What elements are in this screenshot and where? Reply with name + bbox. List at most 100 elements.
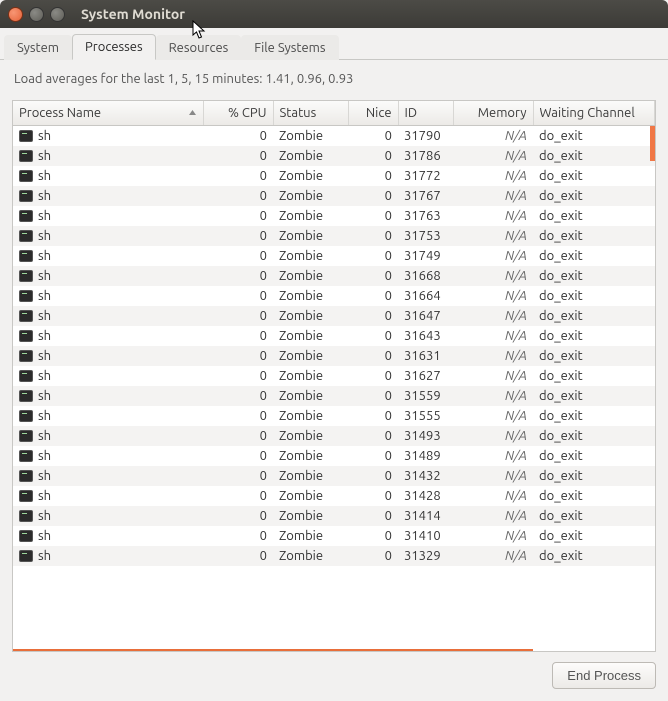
terminal-icon (19, 350, 33, 362)
tab-system[interactable]: System (4, 35, 72, 60)
cell-id: 31428 (398, 486, 453, 506)
cell-wait: do_exit (533, 326, 655, 346)
terminal-icon (19, 330, 33, 342)
column-header-waiting-channel[interactable]: Waiting Channel (533, 101, 655, 126)
cell-cpu: 0 (203, 146, 273, 166)
table-row[interactable]: sh0Zombie031627N/Ado_exit (13, 366, 655, 386)
table-row[interactable]: sh0Zombie031749N/Ado_exit (13, 246, 655, 266)
table-row[interactable]: sh0Zombie031643N/Ado_exit (13, 326, 655, 346)
table-row[interactable]: sh0Zombie031647N/Ado_exit (13, 306, 655, 326)
table-row[interactable]: sh0Zombie031763N/Ado_exit (13, 206, 655, 226)
cell-cpu: 0 (203, 126, 273, 147)
cell-nice: 0 (348, 306, 398, 326)
cell-nice: 0 (348, 186, 398, 206)
cell-wait: do_exit (533, 346, 655, 366)
cell-id: 31643 (398, 326, 453, 346)
cell-wait: do_exit (533, 466, 655, 486)
cell-memory: N/A (453, 366, 533, 386)
cell-wait: do_exit (533, 446, 655, 466)
process-name-text: sh (38, 269, 51, 283)
cell-memory: N/A (453, 226, 533, 246)
cell-status: Zombie (273, 346, 348, 366)
column-header-status[interactable]: Status (273, 101, 348, 126)
close-icon[interactable] (8, 7, 23, 22)
cell-process-name: sh (13, 206, 203, 226)
cell-status: Zombie (273, 446, 348, 466)
column-header-nice[interactable]: Nice (348, 101, 398, 126)
cell-status: Zombie (273, 386, 348, 406)
window-title: System Monitor (81, 6, 185, 22)
cell-id: 31432 (398, 466, 453, 486)
cell-process-name: sh (13, 386, 203, 406)
cell-wait: do_exit (533, 406, 655, 426)
cell-process-name: sh (13, 546, 203, 566)
cell-cpu: 0 (203, 506, 273, 526)
terminal-icon (19, 470, 33, 482)
column-header-cpu[interactable]: % CPU (203, 101, 273, 126)
process-table: Process Name % CPU Status Nice ID Memory… (13, 101, 655, 566)
table-row[interactable]: sh0Zombie031559N/Ado_exit (13, 386, 655, 406)
cell-status: Zombie (273, 286, 348, 306)
terminal-icon (19, 390, 33, 402)
cell-status: Zombie (273, 306, 348, 326)
table-row[interactable]: sh0Zombie031555N/Ado_exit (13, 406, 655, 426)
scroll-indicator[interactable] (650, 126, 655, 161)
table-row[interactable]: sh0Zombie031753N/Ado_exit (13, 226, 655, 246)
cell-status: Zombie (273, 406, 348, 426)
cell-cpu: 0 (203, 186, 273, 206)
tab-resources[interactable]: Resources (156, 35, 242, 60)
minimize-icon[interactable] (29, 7, 44, 22)
cell-nice: 0 (348, 406, 398, 426)
table-row[interactable]: sh0Zombie031489N/Ado_exit (13, 446, 655, 466)
cell-status: Zombie (273, 146, 348, 166)
table-row[interactable]: sh0Zombie031767N/Ado_exit (13, 186, 655, 206)
cell-nice: 0 (348, 126, 398, 147)
table-row[interactable]: sh0Zombie031772N/Ado_exit (13, 166, 655, 186)
cell-memory: N/A (453, 466, 533, 486)
cell-status: Zombie (273, 526, 348, 546)
cell-memory: N/A (453, 126, 533, 147)
cell-process-name: sh (13, 246, 203, 266)
column-label: Process Name (19, 106, 101, 120)
cell-memory: N/A (453, 186, 533, 206)
cell-memory: N/A (453, 166, 533, 186)
cell-wait: do_exit (533, 146, 655, 166)
table-row[interactable]: sh0Zombie031790N/Ado_exit (13, 126, 655, 147)
cell-wait: do_exit (533, 366, 655, 386)
cell-memory: N/A (453, 426, 533, 446)
cell-memory: N/A (453, 446, 533, 466)
cell-memory: N/A (453, 486, 533, 506)
terminal-icon (19, 510, 33, 522)
column-header-id[interactable]: ID (398, 101, 453, 126)
cell-status: Zombie (273, 366, 348, 386)
maximize-icon[interactable] (50, 7, 65, 22)
table-row[interactable]: sh0Zombie031631N/Ado_exit (13, 346, 655, 366)
table-row[interactable]: sh0Zombie031432N/Ado_exit (13, 466, 655, 486)
terminal-icon (19, 270, 33, 282)
tab-file-systems[interactable]: File Systems (241, 35, 338, 60)
table-row[interactable]: sh0Zombie031664N/Ado_exit (13, 286, 655, 306)
column-header-memory[interactable]: Memory (453, 101, 533, 126)
cell-process-name: sh (13, 426, 203, 446)
table-row[interactable]: sh0Zombie031428N/Ado_exit (13, 486, 655, 506)
cell-process-name: sh (13, 186, 203, 206)
table-row[interactable]: sh0Zombie031410N/Ado_exit (13, 526, 655, 546)
process-name-text: sh (38, 329, 51, 343)
cell-memory: N/A (453, 246, 533, 266)
table-row[interactable]: sh0Zombie031414N/Ado_exit (13, 506, 655, 526)
table-row[interactable]: sh0Zombie031493N/Ado_exit (13, 426, 655, 446)
tab-processes[interactable]: Processes (72, 34, 156, 60)
process-name-text: sh (38, 449, 51, 463)
terminal-icon (19, 210, 33, 222)
column-header-process-name[interactable]: Process Name (13, 101, 203, 126)
cell-nice: 0 (348, 206, 398, 226)
terminal-icon (19, 490, 33, 502)
cell-nice: 0 (348, 546, 398, 566)
terminal-icon (19, 310, 33, 322)
table-row[interactable]: sh0Zombie031329N/Ado_exit (13, 546, 655, 566)
table-row[interactable]: sh0Zombie031786N/Ado_exit (13, 146, 655, 166)
end-process-button[interactable]: End Process (552, 662, 656, 689)
table-row[interactable]: sh0Zombie031668N/Ado_exit (13, 266, 655, 286)
cell-cpu: 0 (203, 546, 273, 566)
cell-wait: do_exit (533, 266, 655, 286)
